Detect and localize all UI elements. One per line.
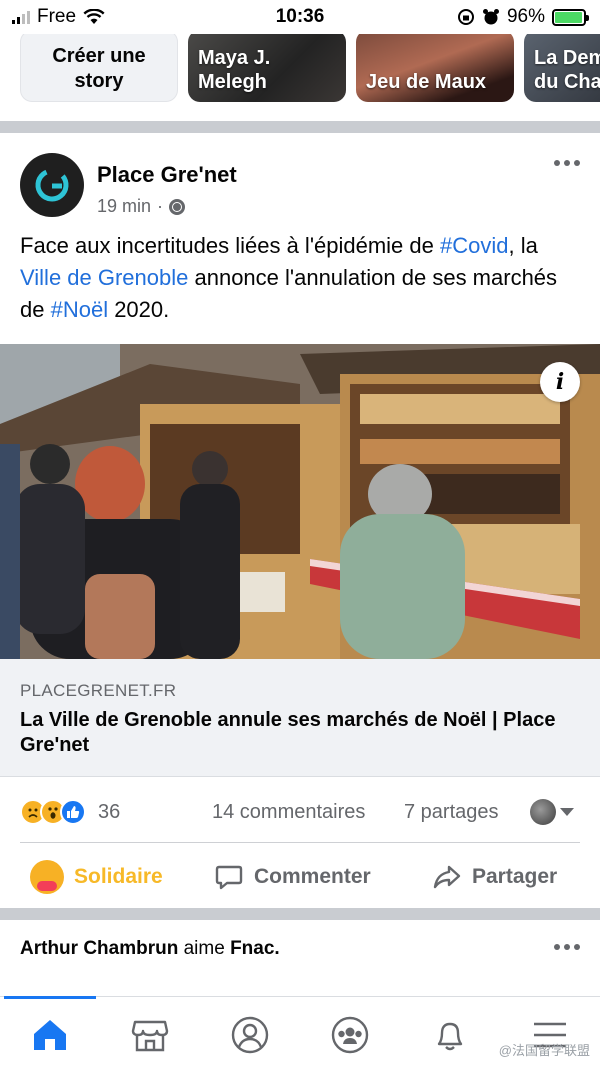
post-more-button[interactable] — [554, 160, 580, 166]
status-left: Free — [12, 6, 105, 28]
active-tab-indicator — [4, 996, 96, 999]
viewer-avatar[interactable] — [530, 799, 556, 825]
nav-notifications[interactable] — [400, 1007, 500, 1063]
profile-icon — [231, 1016, 269, 1054]
liked-page-name[interactable]: Fnac. — [230, 938, 280, 960]
link-preview[interactable]: PLACEGRENET.FR La Ville de Grenoble annu… — [0, 659, 600, 777]
link-title: La Ville de Grenoble annule ses marchés … — [20, 709, 556, 756]
story-card[interactable]: Jeu de Maux — [356, 34, 514, 102]
groups-icon — [331, 1016, 369, 1054]
bottom-navigation: @法国留学联盟 — [0, 996, 600, 1067]
rotation-lock-icon — [457, 9, 474, 25]
like-reaction-icon — [60, 799, 86, 825]
next-post-more-button[interactable] — [554, 944, 580, 950]
ad-info-button[interactable]: i — [540, 362, 580, 402]
place-grenet-logo-icon — [35, 168, 69, 202]
story-card[interactable]: La Dem du Cha — [524, 34, 600, 102]
comment-label: Commenter — [254, 865, 371, 888]
share-label: Partager — [472, 865, 558, 888]
post-actions: Solidaire Commenter Partager — [0, 852, 600, 902]
reaction-icons — [20, 799, 86, 825]
page-name[interactable]: Place Gre'net — [97, 162, 237, 188]
post-text-part: , la — [508, 233, 538, 258]
create-story-button[interactable]: Créer une story — [20, 34, 178, 102]
nav-groups[interactable] — [300, 1007, 400, 1063]
post-text-part: Face aux incertitudes liées à l'épidémie… — [20, 233, 440, 258]
nav-home[interactable] — [0, 1007, 100, 1063]
post-time[interactable]: 19 min — [97, 196, 151, 217]
post-header: Place Gre'net 19 min · — [20, 148, 580, 220]
meta-separator: · — [157, 196, 164, 216]
wifi-icon — [83, 9, 105, 24]
notifications-icon — [437, 1022, 463, 1051]
care-reaction-icon — [30, 860, 64, 894]
share-arrow-icon — [433, 865, 461, 889]
page-link-ville-de-grenoble[interactable]: Ville de Grenoble — [20, 265, 188, 290]
reaction-count: 36 — [98, 800, 121, 823]
solidaire-button[interactable]: Solidaire — [30, 852, 163, 902]
comments-count[interactable]: 14 commentaires — [212, 801, 365, 824]
nav-profile[interactable] — [200, 1007, 300, 1063]
stories-strip: Créer une story Maya J. Melegh Jeu de Ma… — [0, 34, 600, 120]
story-label: Jeu de Maux — [366, 71, 487, 93]
status-right: 96% — [457, 6, 589, 28]
share-button[interactable]: Partager — [432, 852, 557, 902]
chevron-down-icon[interactable] — [560, 808, 574, 816]
shares-count[interactable]: 7 partages — [404, 801, 499, 824]
comment-icon — [215, 865, 243, 890]
post-image[interactable] — [0, 344, 600, 659]
feed-divider — [0, 908, 600, 920]
create-story-label: Créer une story — [52, 45, 146, 92]
watermark: @法国留学联盟 — [498, 1043, 590, 1058]
status-bar: Free 10:36 96% — [0, 0, 600, 34]
activity-verb: aime — [178, 938, 231, 959]
globe-icon — [169, 198, 186, 215]
hashtag-noel[interactable]: #Noël — [51, 297, 108, 322]
story-label: La Dem du Cha — [534, 47, 600, 93]
nav-marketplace[interactable] — [100, 1007, 200, 1063]
reactions-summary[interactable]: 36 14 commentaires 7 partages — [20, 794, 580, 830]
post-text-part: 2020. — [108, 297, 170, 322]
carrier-name: Free — [37, 6, 77, 27]
solidaire-label: Solidaire — [74, 865, 163, 888]
battery-percent: 96% — [506, 6, 545, 27]
post-text: Face aux incertitudes liées à l'épidémie… — [20, 230, 580, 326]
christmas-market-photo — [0, 344, 600, 659]
battery-icon — [552, 8, 589, 26]
alarm-icon — [482, 9, 499, 25]
post-meta: 19 min · — [97, 196, 186, 217]
next-post-header: Arthur Chambrun aime Fnac. — [20, 922, 580, 976]
actor-name[interactable]: Arthur Chambrun — [20, 938, 178, 960]
story-label: Maya J. Melegh — [198, 47, 271, 93]
story-card[interactable]: Maya J. Melegh — [188, 34, 346, 102]
signal-icon — [12, 10, 30, 24]
link-domain: PLACEGRENET.FR — [20, 681, 177, 700]
comment-button[interactable]: Commenter — [214, 852, 371, 902]
marketplace-icon — [131, 1020, 169, 1052]
battery-fill — [555, 11, 582, 23]
feed-divider — [0, 121, 600, 133]
page-avatar[interactable] — [20, 153, 84, 217]
home-icon — [34, 1020, 66, 1050]
hashtag-covid[interactable]: #Covid — [440, 233, 508, 258]
separator — [20, 842, 580, 843]
